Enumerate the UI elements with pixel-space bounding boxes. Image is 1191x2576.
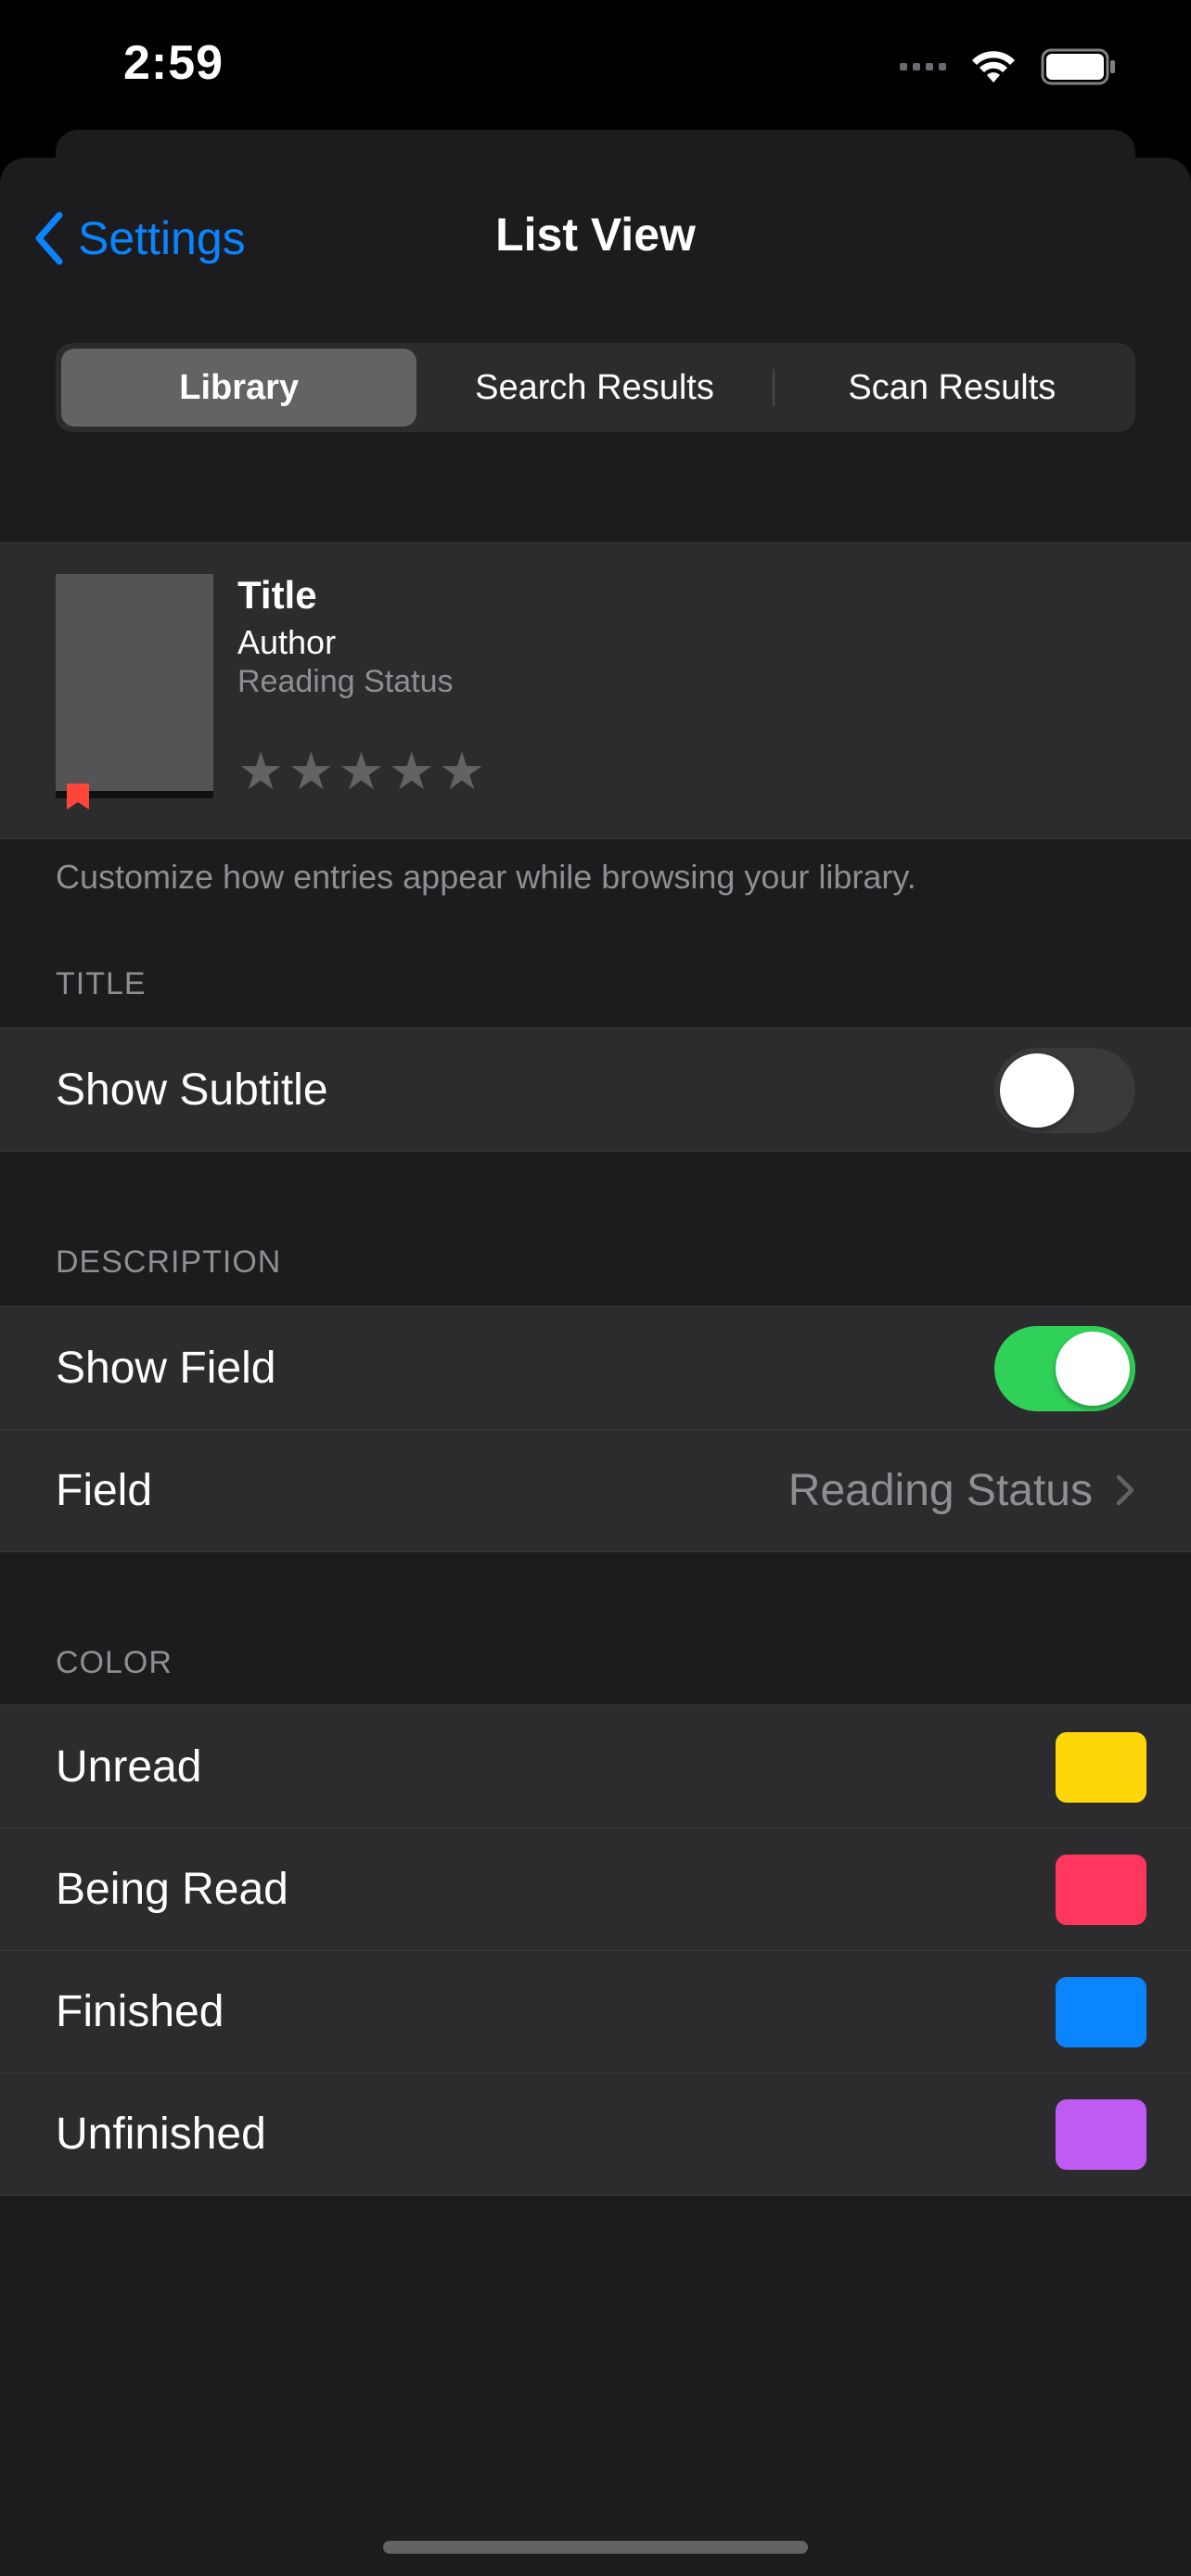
color-row-unfinished: Unfinished bbox=[0, 2072, 1191, 2195]
being-read-color-swatch[interactable] bbox=[1056, 1855, 1146, 1925]
status-bar: 2:59 bbox=[0, 0, 1191, 139]
section-header-color: COLOR bbox=[56, 1645, 173, 1680]
star-icon: ★ bbox=[237, 742, 285, 800]
title-settings-group: Show Subtitle bbox=[0, 1027, 1191, 1152]
field-label: Field bbox=[56, 1465, 153, 1515]
settings-sheet: Settings List View Library Search Result… bbox=[0, 158, 1191, 2576]
finished-label: Finished bbox=[56, 1986, 224, 2036]
preview-footer-note: Customize how entries appear while brows… bbox=[56, 858, 916, 896]
star-icon: ★ bbox=[338, 742, 385, 800]
show-subtitle-label: Show Subtitle bbox=[56, 1065, 328, 1115]
show-field-toggle[interactable] bbox=[994, 1326, 1135, 1411]
unread-color-swatch[interactable] bbox=[1056, 1732, 1146, 1803]
book-cover-placeholder bbox=[56, 574, 213, 810]
home-indicator[interactable] bbox=[383, 2541, 808, 2554]
color-row-being-read: Being Read bbox=[0, 1828, 1191, 1950]
finished-color-swatch[interactable] bbox=[1056, 1977, 1146, 2047]
section-header-title: TITLE bbox=[56, 966, 147, 1001]
unread-label: Unread bbox=[56, 1741, 202, 1792]
star-icon: ★ bbox=[438, 742, 486, 800]
navigation-bar: Settings List View bbox=[0, 158, 1191, 315]
show-subtitle-toggle[interactable] bbox=[994, 1048, 1135, 1133]
color-row-unread: Unread bbox=[0, 1705, 1191, 1828]
show-field-row: Show Field bbox=[0, 1307, 1191, 1429]
toggle-knob bbox=[1056, 1332, 1130, 1406]
chevron-right-icon bbox=[1116, 1474, 1134, 1506]
segment-search-results[interactable]: Search Results bbox=[416, 349, 772, 427]
field-row[interactable]: Field Reading Status bbox=[0, 1429, 1191, 1551]
status-time: 2:59 bbox=[123, 36, 224, 90]
rating-stars: ★ ★ ★ ★ ★ bbox=[237, 746, 485, 797]
battery-icon bbox=[1041, 48, 1115, 85]
show-subtitle-row: Show Subtitle bbox=[0, 1028, 1191, 1151]
cellular-signal-icon bbox=[900, 63, 946, 70]
unfinished-label: Unfinished bbox=[56, 2109, 266, 2159]
preview-author: Author bbox=[237, 623, 337, 661]
page-title: List View bbox=[495, 209, 696, 261]
segment-scan-results[interactable]: Scan Results bbox=[775, 349, 1130, 427]
wifi-icon bbox=[972, 51, 1015, 83]
color-row-finished: Finished bbox=[0, 1950, 1191, 2072]
status-icons bbox=[900, 46, 1117, 87]
being-read-label: Being Read bbox=[56, 1864, 288, 1914]
color-settings-group: Unread Being Read Finished Unfinished bbox=[0, 1704, 1191, 2196]
unfinished-color-swatch[interactable] bbox=[1056, 2099, 1146, 2170]
segment-library[interactable]: Library bbox=[61, 349, 417, 427]
description-settings-group: Show Field Field Reading Status bbox=[0, 1306, 1191, 1552]
toggle-knob bbox=[1000, 1053, 1074, 1128]
field-value: Reading Status bbox=[788, 1465, 1093, 1515]
segmented-control: Library Search Results Scan Results bbox=[56, 343, 1135, 432]
preview-reading-status: Reading Status bbox=[237, 664, 454, 699]
bookmark-icon bbox=[67, 784, 89, 810]
star-icon: ★ bbox=[388, 742, 435, 800]
show-field-label: Show Field bbox=[56, 1343, 276, 1393]
list-item-preview: Title Author Reading Status ★ ★ ★ ★ ★ bbox=[0, 542, 1191, 839]
preview-title: Title bbox=[237, 573, 317, 617]
star-icon: ★ bbox=[288, 742, 335, 800]
section-header-description: DESCRIPTION bbox=[56, 1244, 282, 1280]
